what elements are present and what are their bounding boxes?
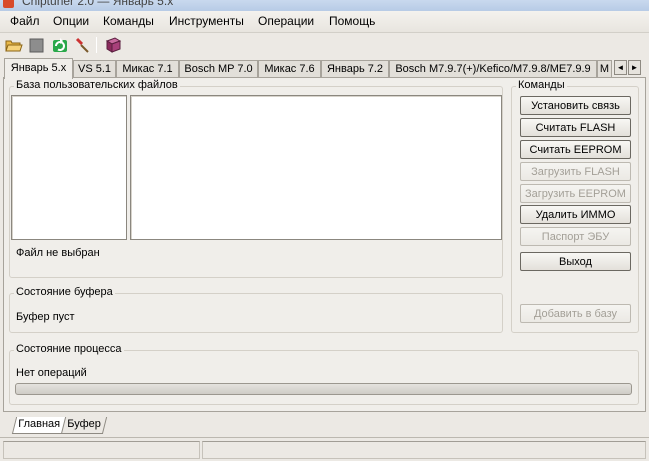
exit-button[interactable]: Выход [520, 252, 631, 271]
read-flash-button[interactable]: Считать FLASH [520, 118, 631, 137]
title-bar: Chiptuner 2.0 — Январь 5.x [0, 0, 649, 11]
menu-operations[interactable]: Операции [257, 14, 315, 28]
book-icon[interactable] [104, 36, 122, 54]
toolbar-separator [96, 37, 97, 53]
refresh-icon[interactable] [51, 36, 69, 54]
tab-mikas-7-6[interactable]: Микас 7.6 [258, 60, 321, 78]
buffer-status-text: Буфер пуст [16, 311, 75, 323]
ecu-passport-button[interactable]: Паспорт ЭБУ [520, 227, 631, 246]
save-disk-icon[interactable] [28, 36, 46, 54]
tab-vs-5-1[interactable]: VS 5.1 [73, 60, 116, 78]
status-cell-1 [3, 441, 200, 459]
file-status-text: Файл не выбран [16, 247, 100, 259]
ecu-tab-strip: Январь 5.х VS 5.1 Микас 7.1 Bosch MP 7.0… [0, 58, 649, 79]
tab-bosch-m7-9-7[interactable]: Bosch M7.9.7(+)/Kefico/M7.9.8/ME7.9.9 [389, 60, 597, 78]
folder-tree-list[interactable] [11, 95, 127, 240]
process-state-legend: Состояние процесса [14, 343, 124, 355]
menu-bar: Файл Опции Команды Инструменты Операции … [0, 11, 649, 33]
menu-file[interactable]: Файл [9, 14, 41, 28]
menu-help[interactable]: Помощь [328, 14, 376, 28]
process-status-text: Нет операций [16, 367, 87, 379]
file-list[interactable] [130, 95, 502, 240]
tools-hammer-icon[interactable] [74, 36, 92, 54]
tab-scroll-left-button[interactable]: ◄ [614, 60, 627, 75]
tab-more[interactable]: М [597, 60, 612, 78]
tab-january-7-2[interactable]: Январь 7.2 [321, 60, 389, 78]
write-eeprom-button[interactable]: Загрузить EEPROM [520, 184, 631, 203]
buffer-state-group: Состояние буфера [9, 286, 503, 333]
process-progress-bar [15, 383, 632, 395]
tab-buffer-label: Буфер [67, 418, 102, 430]
status-bar [0, 437, 649, 461]
menu-tools[interactable]: Инструменты [168, 14, 245, 28]
menu-commands[interactable]: Команды [102, 14, 155, 28]
add-to-database-button[interactable]: Добавить в базу [520, 304, 631, 323]
app-icon [3, 0, 14, 8]
commands-legend: Команды [516, 79, 567, 91]
tab-buffer[interactable]: Буфер [60, 417, 108, 434]
process-state-group: Состояние процесса [9, 343, 639, 405]
user-files-legend: База пользовательских файлов [14, 79, 180, 91]
buffer-state-legend: Состояние буфера [14, 286, 115, 298]
window-title: Chiptuner 2.0 — Январь 5.x [22, 0, 174, 8]
write-flash-button[interactable]: Загрузить FLASH [520, 162, 631, 181]
tab-main-label: Главная [18, 418, 61, 430]
status-cell-2 [202, 441, 646, 459]
tab-mikas-7-1[interactable]: Микас 7.1 [116, 60, 179, 78]
connect-button[interactable]: Установить связь [520, 96, 631, 115]
toolbar [0, 34, 649, 56]
tab-scroll-right-button[interactable]: ► [628, 60, 641, 75]
menu-options[interactable]: Опции [52, 14, 90, 28]
open-folder-icon[interactable] [5, 36, 23, 54]
read-eeprom-button[interactable]: Считать EEPROM [520, 140, 631, 159]
remove-immo-button[interactable]: Удалить ИММО [520, 205, 631, 224]
tab-bosch-mp-7-0[interactable]: Bosch MP 7.0 [179, 60, 258, 78]
tab-january-5x[interactable]: Январь 5.х [4, 58, 73, 79]
tab-main[interactable]: Главная [11, 417, 67, 434]
